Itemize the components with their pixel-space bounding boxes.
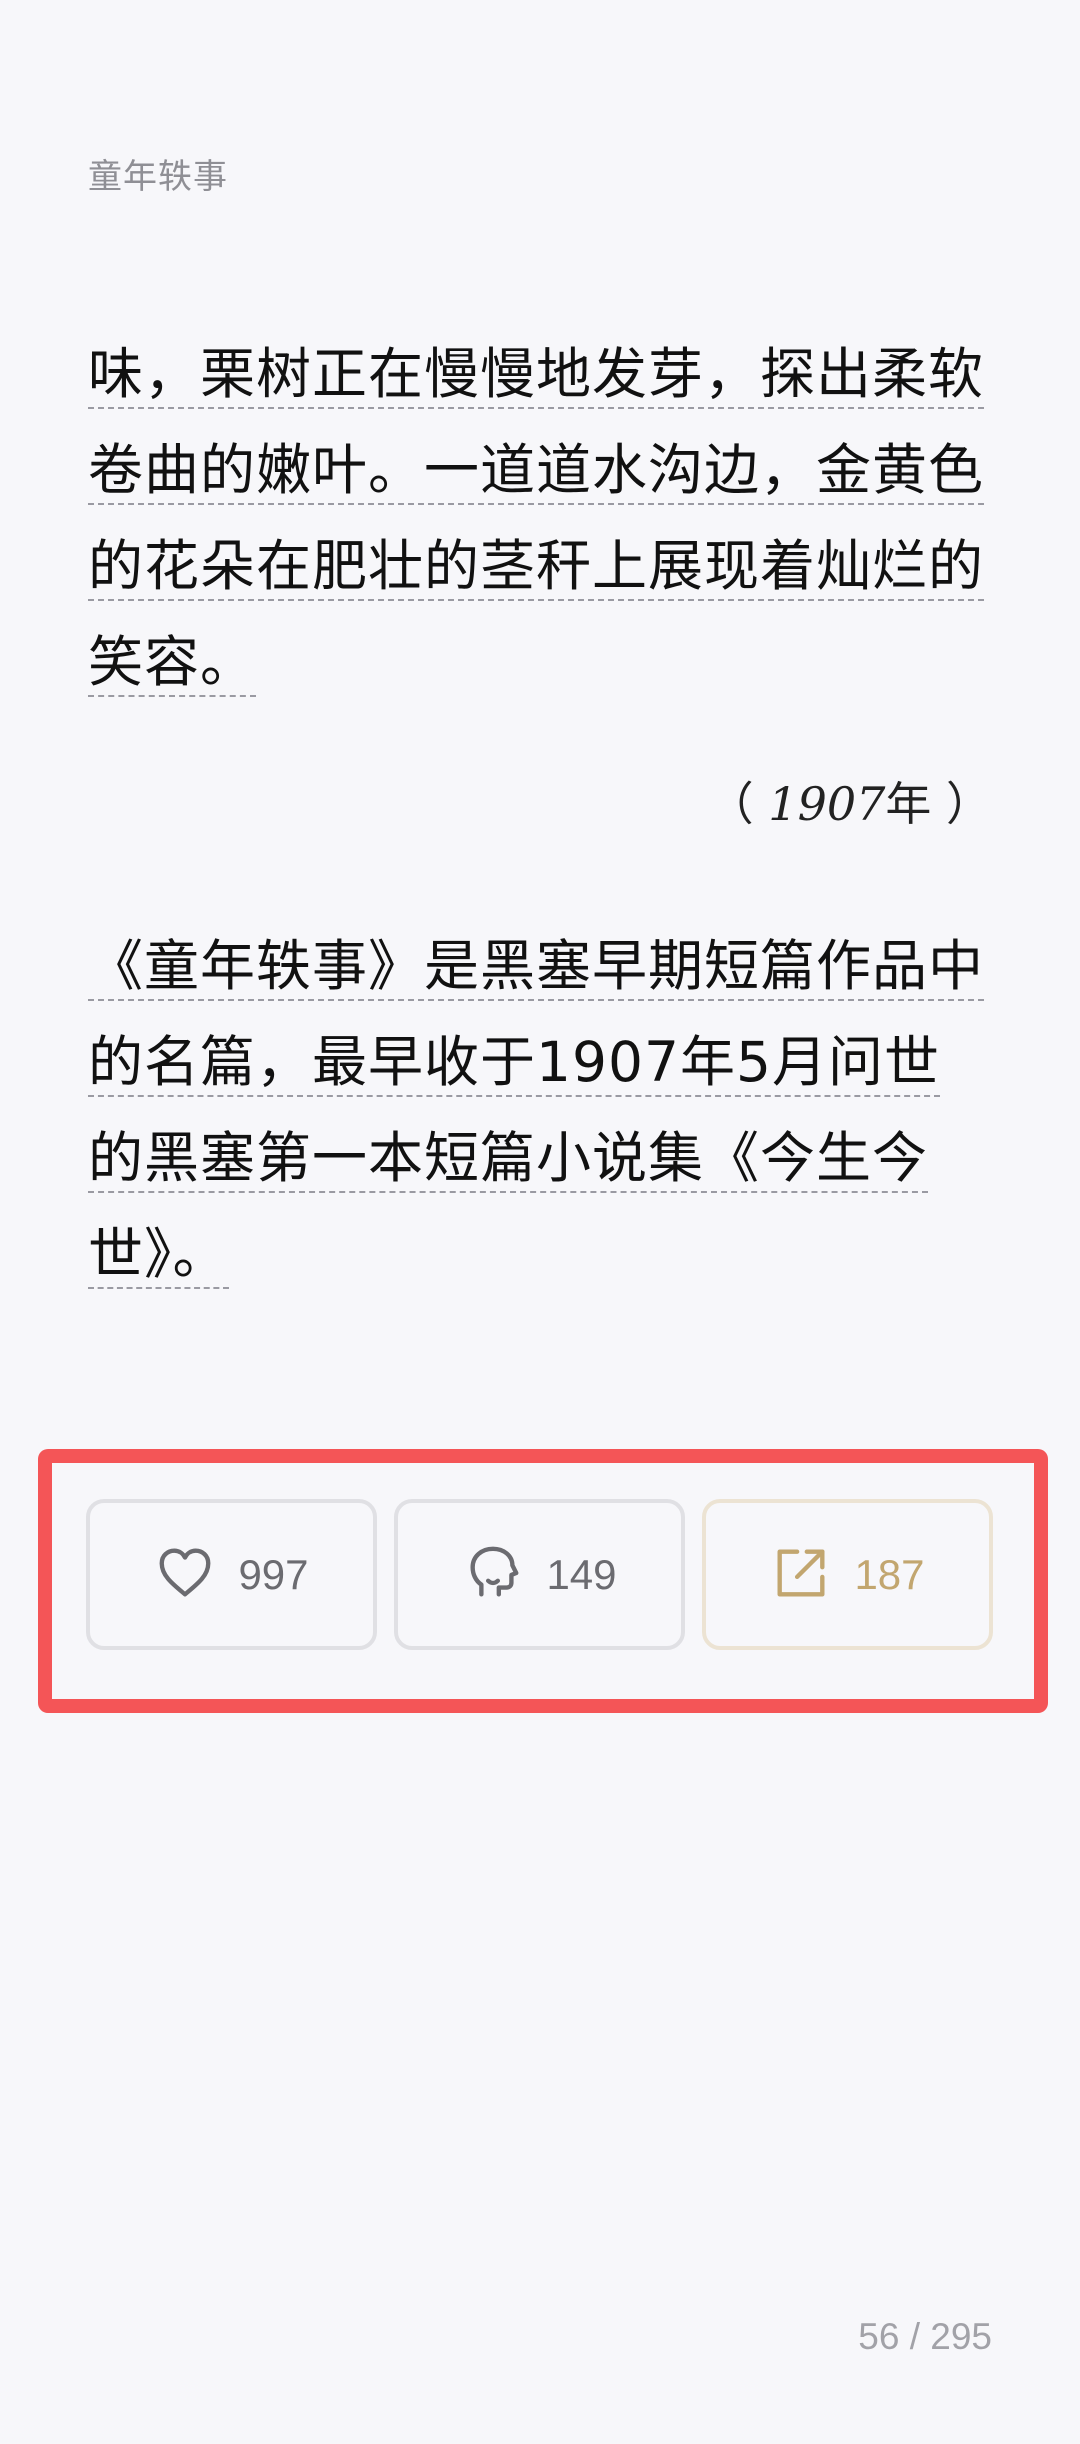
paragraph-2: 《童年轶事》是黑塞早期短篇作品中 的名篇，最早收于1907年5月问世 的黑塞第一… [88,918,992,1302]
like-button[interactable]: 997 [86,1499,377,1650]
share-count: 187 [854,1550,925,1598]
text-line[interactable]: 的花朵在肥壮的茎秆上展现着灿烂的 [88,518,992,614]
comment-head-icon [462,1542,524,1608]
text-line[interactable]: 世》。 [88,1206,992,1302]
text-line[interactable]: 味，栗树正在慢慢地发芽，探出柔软 [88,326,992,422]
text-line[interactable]: 的名篇，最早收于1907年5月问世 [88,1014,992,1110]
year-note: （ 1907年 ） [707,777,992,831]
like-count: 997 [238,1550,309,1598]
paragraph-1: 味，栗树正在慢慢地发芽，探出柔软 卷曲的嫩叶。一道道水沟边，金黄色 的花朵在肥壮… [88,326,992,710]
comment-button[interactable]: 149 [394,1499,685,1650]
book-title: 童年轶事 [88,157,228,197]
heart-icon [154,1542,216,1608]
share-button[interactable]: 187 [702,1499,993,1650]
text-line[interactable]: 的黑塞第一本短篇小说集《今生今 [88,1110,992,1206]
text-line[interactable]: 笑容。 [88,614,992,710]
page-indicator: 56 / 295 [858,2316,992,2357]
text-line[interactable]: 《童年轶事》是黑塞早期短篇作品中 [88,918,992,1014]
text-line[interactable]: 卷曲的嫩叶。一道道水沟边，金黄色 [88,422,992,518]
share-external-icon [770,1542,832,1608]
comment-count: 149 [546,1550,617,1598]
